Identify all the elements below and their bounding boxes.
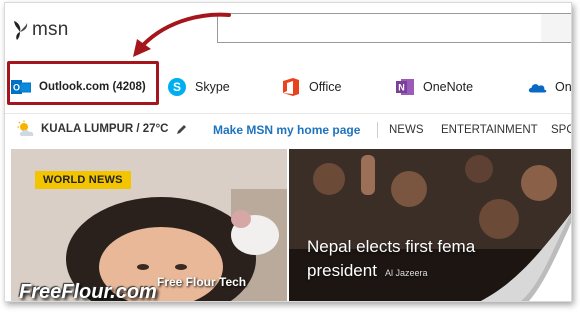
world-news-badge: WORLD NEWS: [35, 171, 131, 189]
nav-bar: KUALA LUMPUR / 27°C Make MSN my home pag…: [5, 113, 571, 143]
butterfly-icon: [14, 21, 28, 40]
news-source: Al Jazeera: [384, 268, 428, 278]
service-label: Skype: [195, 80, 230, 94]
weather-widget[interactable]: KUALA LUMPUR / 27°C: [15, 120, 188, 138]
screenshot-frame: msn O Outlook.com (4208) S Skype Office …: [4, 2, 572, 302]
watermark-big: FreeFlour.com: [19, 281, 157, 302]
nav-divider: [377, 122, 378, 138]
watermark-small: Free Flour Tech: [157, 275, 247, 289]
service-label: OneNote: [423, 80, 474, 94]
headline-line-2: president: [307, 261, 377, 280]
search-button[interactable]: [541, 14, 571, 42]
service-skype[interactable]: S Skype: [167, 73, 230, 101]
service-office[interactable]: Office: [281, 73, 341, 101]
news-headline: Nepal elects first fema president Al Jaze…: [307, 235, 475, 285]
search-input[interactable]: [217, 13, 571, 43]
partly-cloudy-icon: [17, 120, 34, 136]
pencil-icon[interactable]: [176, 123, 188, 135]
nav-item-sports[interactable]: SPO: [551, 124, 571, 136]
make-home-page-link[interactable]: Make MSN my home page: [213, 123, 360, 137]
service-onedrive[interactable]: On: [527, 73, 572, 101]
service-label: Office: [309, 80, 342, 94]
brand-text: msn: [32, 19, 69, 40]
skype-icon: S: [167, 77, 187, 97]
nav-item-news[interactable]: NEWS: [389, 124, 424, 136]
msn-logo[interactable]: msn: [11, 19, 69, 41]
headline-line-1: Nepal elects first fema: [307, 237, 476, 256]
red-arrow-annotation: [133, 12, 231, 57]
weather-text: KUALA LUMPUR / 27°C: [41, 123, 169, 135]
onedrive-icon: [527, 77, 547, 97]
office-icon: [281, 77, 301, 97]
page-curl: [481, 213, 571, 301]
outlook-highlight-box: [7, 61, 159, 105]
svg-text:N: N: [398, 83, 405, 93]
service-onenote[interactable]: N OneNote: [395, 73, 473, 101]
nav-item-entertainment[interactable]: ENTERTAINMENT: [441, 124, 538, 136]
service-label: On: [555, 80, 572, 94]
onenote-icon: N: [395, 77, 415, 97]
svg-text:S: S: [173, 80, 181, 94]
